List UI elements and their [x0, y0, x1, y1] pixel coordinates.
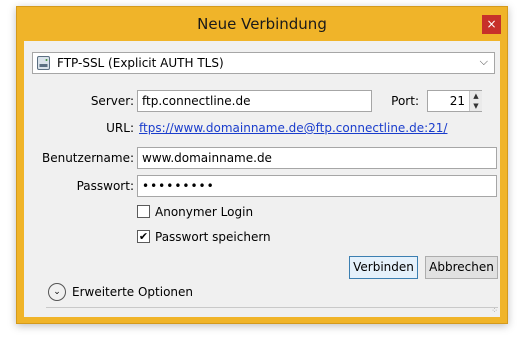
username-label: Benutzername:	[41, 151, 134, 165]
checkmark-icon: ✔	[138, 230, 149, 243]
protocol-selected: FTP-SSL (Explicit AUTH TLS)	[57, 56, 224, 70]
port-spinner[interactable]: ▲ ▼	[469, 91, 482, 111]
anonymous-label[interactable]: Anonymer Login	[155, 205, 253, 219]
dialog-window: Neue Verbindung × FTP-SSL (Explicit AUTH…	[16, 6, 508, 324]
anonymous-checkbox[interactable]	[137, 205, 150, 218]
divider	[46, 307, 498, 308]
url-link[interactable]: ftps://www.domainname.de@ftp.connectline…	[139, 121, 447, 135]
password-field[interactable]: •••••••••	[137, 175, 497, 197]
protocol-select[interactable]: FTP-SSL (Explicit AUTH TLS) ⌵	[32, 52, 495, 74]
advanced-options-label[interactable]: Erweiterte Optionen	[72, 285, 193, 299]
cancel-button[interactable]: Abbrechen	[425, 256, 498, 279]
port-label: Port:	[391, 94, 419, 108]
username-field[interactable]: www.domainname.de	[137, 147, 497, 169]
server-drive-icon	[37, 56, 50, 70]
save-password-label[interactable]: Passwort speichern	[155, 230, 271, 244]
url-label: URL:	[106, 121, 134, 135]
server-field[interactable]: ftp.connectline.de	[137, 90, 372, 112]
password-label: Passwort:	[76, 179, 134, 193]
spin-down-icon[interactable]: ▼	[470, 101, 482, 111]
server-label: Server:	[90, 94, 134, 108]
resize-grip-icon[interactable]: ⁘	[491, 306, 498, 315]
connect-button[interactable]: Verbinden	[349, 256, 418, 279]
dialog-content: FTP-SSL (Explicit AUTH TLS) ⌵ Server: ft…	[24, 41, 500, 317]
chevron-down-icon[interactable]: ⌵	[480, 55, 488, 69]
title-bar[interactable]: Neue Verbindung ×	[17, 7, 507, 41]
save-password-checkbox[interactable]: ✔	[137, 230, 150, 243]
close-button[interactable]: ×	[482, 15, 501, 34]
expand-chevron-icon[interactable]: ⌄	[48, 283, 66, 301]
window-title: Neue Verbindung	[197, 15, 327, 33]
